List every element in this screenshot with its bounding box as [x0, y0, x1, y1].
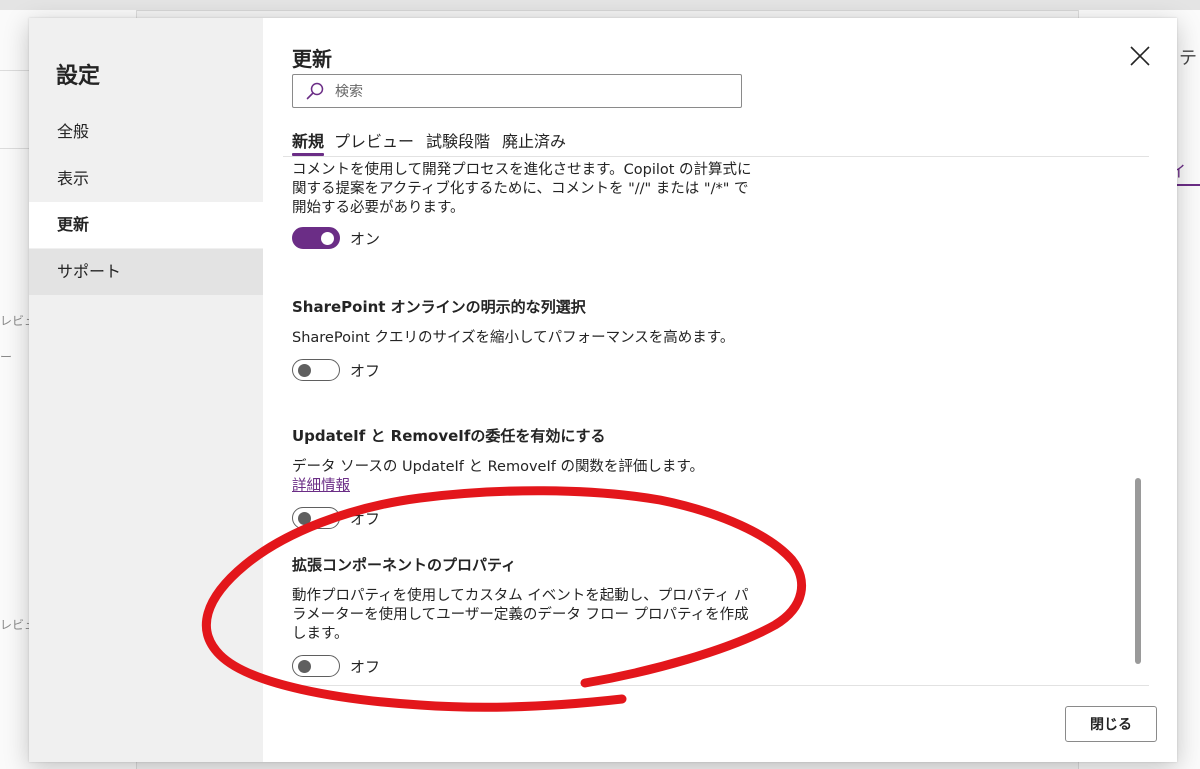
- setting-copilot-comments: コメントを使用して開発プロセスを進化させます。Copilot の計算式に関する提…: [292, 161, 762, 250]
- close-icon[interactable]: [1126, 42, 1154, 70]
- settings-dialog: 設定 全般 表示 更新 サポート 更新 新規 プレビュー 試験段階 廃止済み コ…: [29, 18, 1177, 762]
- setting-description: データ ソースの UpdateIf と RemoveIf の関数を評価します。: [292, 459, 704, 475]
- background-fragment: ー: [0, 350, 13, 364]
- learn-more-link[interactable]: 詳細情報: [292, 477, 762, 496]
- toggle-knob: [298, 364, 311, 377]
- nav-item-updates[interactable]: 更新: [29, 202, 263, 248]
- toggle-row: オフ: [292, 506, 762, 530]
- nav-item-general[interactable]: 全般: [29, 109, 263, 155]
- nav-item-support[interactable]: サポート: [29, 249, 263, 295]
- search-icon: [306, 82, 324, 100]
- setting-description: コメントを使用して開発プロセスを進化させます。Copilot の計算式に関する提…: [292, 162, 752, 216]
- settings-title: 設定: [56, 64, 101, 89]
- toggle-label: オフ: [350, 361, 381, 380]
- setting-description: SharePoint クエリのサイズを縮小してパフォーマンスを高めます。: [292, 330, 735, 346]
- toggle-switch[interactable]: [292, 507, 340, 529]
- background-top-bar: [0, 0, 1200, 11]
- settings-content: 更新 新規 プレビュー 試験段階 廃止済み コメントを使用して開発プロセスを進化…: [263, 18, 1177, 762]
- toggle-row: オフ: [292, 654, 762, 678]
- setting-updateif-removeif-delegation: UpdateIf と RemoveIfの委任を有効にする データ ソースの Up…: [292, 426, 762, 530]
- tab-new[interactable]: 新規: [292, 128, 324, 152]
- scrollbar-thumb[interactable]: [1135, 478, 1141, 664]
- search-input[interactable]: [333, 75, 737, 109]
- toggle-switch[interactable]: [292, 227, 340, 249]
- toggle-label: オフ: [350, 509, 381, 528]
- setting-sharepoint-column-selection: SharePoint オンラインの明示的な列選択 SharePoint クエリの…: [292, 297, 762, 382]
- toggle-row: オン: [292, 226, 762, 250]
- toggle-row: オフ: [292, 358, 762, 382]
- setting-title: UpdateIf と RemoveIfの委任を有効にする: [292, 427, 606, 445]
- setting-title: SharePoint オンラインの明示的な列選択: [292, 298, 586, 316]
- setting-title: 拡張コンポーネントのプロパティ: [292, 556, 517, 574]
- nav-item-display[interactable]: 表示: [29, 156, 263, 202]
- toggle-switch[interactable]: [292, 655, 340, 677]
- search-box[interactable]: [292, 74, 742, 109]
- tab-experimental[interactable]: 試験段階: [426, 128, 490, 152]
- close-button[interactable]: 閉じる: [1065, 706, 1157, 742]
- toggle-knob: [298, 512, 311, 525]
- tab-retired[interactable]: 廃止済み: [502, 128, 566, 152]
- toggle-knob: [321, 232, 334, 245]
- background-fragment: テ: [1179, 48, 1197, 69]
- toggle-switch[interactable]: [292, 359, 340, 381]
- toggle-label: オフ: [350, 657, 381, 676]
- footer-divider: [283, 685, 1149, 686]
- toggle-knob: [298, 660, 311, 673]
- setting-enhanced-component-properties: 拡張コンポーネントのプロパティ 動作プロパティを使用してカスタム イベントを起動…: [292, 555, 762, 678]
- page-title: 更新: [292, 47, 332, 71]
- tab-preview[interactable]: プレビュー: [334, 128, 414, 152]
- toggle-label: オン: [350, 229, 381, 248]
- settings-list[interactable]: コメントを使用して開発プロセスを進化させます。Copilot の計算式に関する提…: [263, 157, 1177, 685]
- setting-description: 動作プロパティを使用してカスタム イベントを起動し、プロパティ パラメーターを使…: [292, 588, 749, 642]
- settings-nav: 設定 全般 表示 更新 サポート: [29, 18, 263, 762]
